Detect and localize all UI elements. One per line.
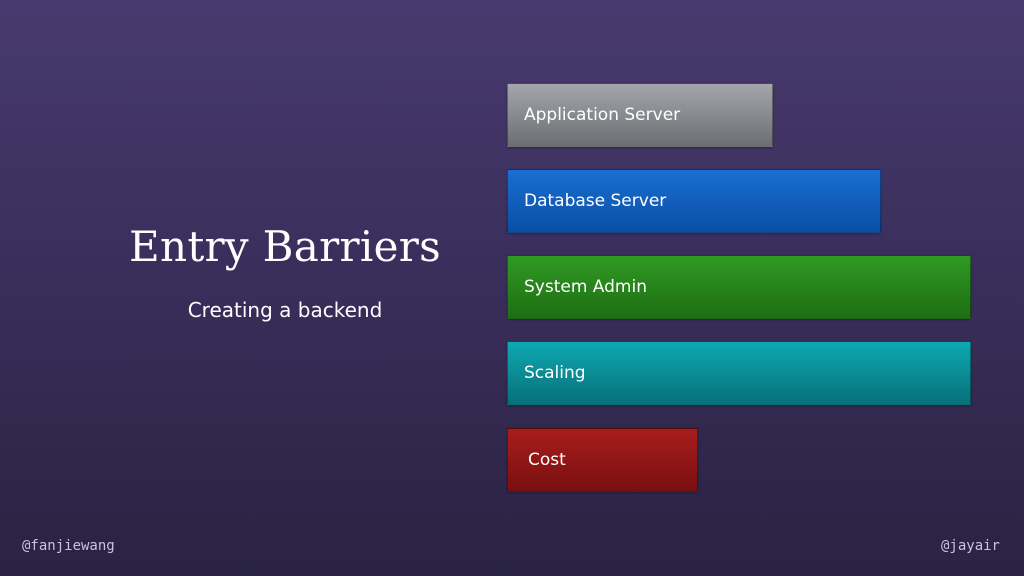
slide-title: Entry Barriers xyxy=(129,222,441,271)
bar-label: Database Server xyxy=(524,191,667,211)
bar-label: Application Server xyxy=(524,105,681,125)
footer-handle-left: @fanjiewang xyxy=(22,538,115,554)
footer-handle-right: @jayair xyxy=(940,538,1000,554)
slide-subtitle: Creating a backend xyxy=(187,298,383,322)
bar-system-admin: System Admin xyxy=(507,255,971,319)
bar-cost: Cost xyxy=(507,428,698,492)
bar-database-server: Database Server xyxy=(507,169,881,233)
bar-scaling: Scaling xyxy=(507,341,971,405)
bar-label: System Admin xyxy=(524,277,647,297)
bar-label: Scaling xyxy=(524,363,586,383)
bar-label: Cost xyxy=(528,450,566,470)
bar-application-server: Application Server xyxy=(507,83,773,147)
